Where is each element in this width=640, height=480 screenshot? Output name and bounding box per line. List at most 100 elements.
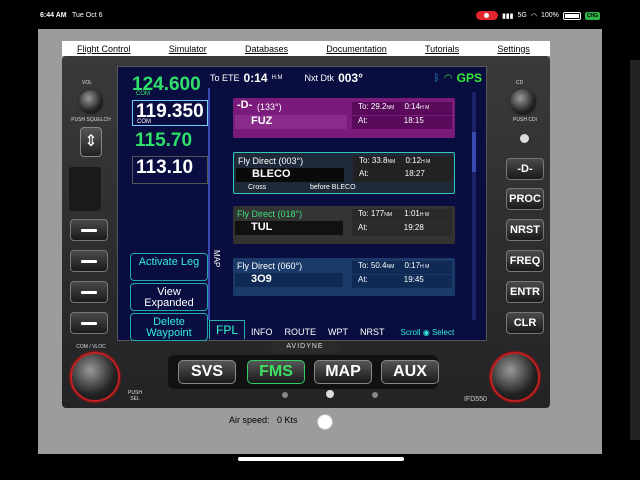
frequency-row-1[interactable]: 124.600 COM [132,74,208,98]
card-slot [68,166,102,212]
wp-at-time: 19:45 [403,275,424,284]
map-side-tab[interactable]: MAP [207,250,221,274]
menu-tutorials[interactable]: Tutorials [425,44,459,54]
scroll-label: Scroll [400,328,421,337]
freq-button[interactable]: FREQ [506,250,544,272]
tab-nrst[interactable]: NRST [354,325,391,339]
wp-to: To: 177NM 1:01H M [352,209,452,222]
record-icon[interactable] [475,11,498,20]
top-menu: Flight Control Simulator Databases Docum… [62,41,550,56]
wp-to-dist: To: 177 [358,209,385,218]
left-button-4[interactable] [70,312,108,334]
nav-standby-frequency: 113.10 [136,157,194,178]
wp-to-unit: NM [384,212,393,218]
wp-header: Fly Direct (060°) [237,261,303,271]
divider [208,88,210,320]
wp-at: At: 19:28 [352,223,452,236]
charging-badge: CHG [584,11,600,20]
wp-at: At: 18:15 [352,116,452,129]
wp-at-label: At: [358,275,368,284]
tab-wpt[interactable]: WPT [322,325,354,339]
swap-frequency-button[interactable]: ⇕ [80,127,102,157]
scrollbar[interactable] [472,92,476,320]
screw-right [372,392,378,398]
frequency-row-2[interactable]: 119.350 COM [132,100,208,126]
wp-to-unit: NM [386,264,395,270]
screw-left [282,392,288,398]
wp-header: (133°) [257,102,282,112]
fms-knob[interactable] [490,352,540,402]
tab-fpl[interactable]: FPL [209,320,246,339]
waypoint-fuz[interactable]: -D- (133°) FUZ To: 29.2NM 0:14H M At: 18:… [233,98,455,138]
aux-button[interactable]: AUX [381,360,439,384]
screw-center [326,390,334,398]
model-label: IFD550 [464,396,487,403]
clr-button[interactable]: CLR [506,312,544,334]
wp-to-time-unit: H M [420,105,430,111]
tab-route[interactable]: ROUTE [279,325,323,339]
nrst-button[interactable]: NRST [506,219,544,241]
wp-to: To: 29.2NM 0:14H M [352,102,452,115]
tab-info[interactable]: INFO [245,325,279,339]
svs-button[interactable]: SVS [178,360,236,384]
activate-leg-softkey[interactable]: Activate Leg [130,253,208,281]
scroll-thumb[interactable] [472,132,476,172]
waypoint-3o9[interactable]: Fly Direct (060°) 3O9 To: 50.4NM 0:17H M… [233,258,455,296]
wp-to-time: 0:17 [404,261,421,270]
to-ete-value: 0:14 [243,71,268,85]
fms-button[interactable]: FMS [247,360,305,384]
wp-ident-box: TUL [235,221,343,235]
wp-to-dist: To: 50.4 [358,261,387,270]
menu-settings[interactable]: Settings [497,44,530,54]
wp-to-unit: NM [386,105,395,111]
bluetooth-icon: ᛒ [433,72,440,84]
com-vloc-knob[interactable] [70,352,120,402]
airspeed-readout: Air speed: 0 Kts [229,415,298,425]
menu-flight-control[interactable]: Flight Control [77,44,131,54]
waypoint-bleco[interactable]: Fly Direct (003°) BLECO To: 33.8NM 0:12H… [233,152,455,194]
date: Tue Oct 6 [72,12,103,19]
menu-databases[interactable]: Databases [245,44,288,54]
battery-icon [562,11,581,20]
wp-at-time: 18:15 [403,116,424,125]
delete-waypoint-softkey[interactable]: Delete Waypoint [130,313,208,341]
nav-active-frequency: 115.70 [135,130,193,151]
wp-to-dist: To: 29.2 [358,102,387,111]
menu-documentation[interactable]: Documentation [326,44,387,54]
wp-to-time-unit: H M [420,264,430,270]
wp-at: At: 19:45 [352,275,452,288]
wp-cross-label: Cross [248,184,267,191]
wp-ident-box: BLECO [236,168,344,182]
airspeed-slider-thumb[interactable] [317,414,333,430]
wp-to-time: 0:12 [405,156,422,165]
menu-simulator[interactable]: Simulator [169,44,207,54]
left-button-2[interactable] [70,250,108,272]
wp-at-label: At: [358,116,368,125]
push-cdi-label: PUSH CDI [513,117,537,123]
frequency-row-4[interactable]: 113.10 [132,156,208,184]
map-button[interactable]: MAP [314,360,372,384]
airspeed-value: 0 Kts [277,415,298,425]
left-button-1[interactable] [70,219,108,241]
home-indicator[interactable] [238,457,404,461]
view-expanded-softkey[interactable]: View Expanded [130,283,208,311]
entr-button[interactable]: ENTR [506,281,544,303]
wifi-gps-icon: ◠ [443,72,453,84]
wp-to-time-unit: H M [419,212,430,218]
waypoint-tul[interactable]: Fly Direct (018°) TUL To: 177NM 1:01H M … [233,206,455,244]
frequency-row-3[interactable]: 115.70 [132,130,208,152]
scroll-hint: Scroll ◉ Select [400,328,455,337]
left-button-3[interactable] [70,281,108,303]
battery-percent: 100% [540,12,559,19]
volume-knob[interactable] [77,88,105,116]
direct-to-button[interactable]: -D- [506,158,544,180]
wp-ident-box: FUZ [235,115,347,129]
wp-to-time: 1:01 [404,209,420,218]
to-ete-label: To ETE [210,73,240,83]
wp-header: Fly Direct (003°) [238,156,304,166]
direct-to-icon: -D- [237,99,253,111]
proc-button[interactable]: PROC [506,188,544,210]
wp-to-dist: To: 33.8 [359,156,388,165]
right-upper-knob[interactable] [508,87,538,117]
wp-header: Fly Direct (018°) [237,209,303,219]
